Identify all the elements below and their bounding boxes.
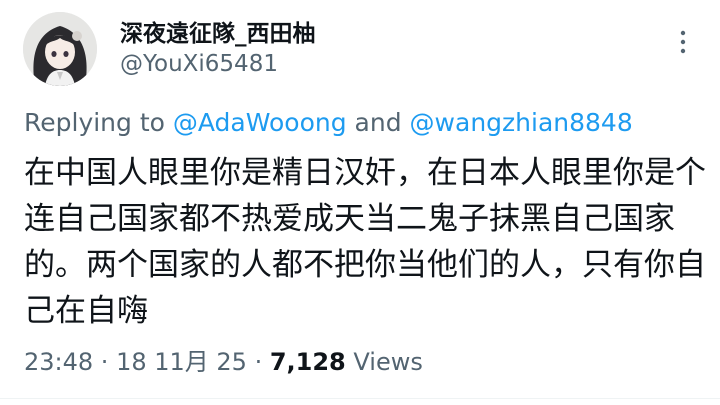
anime-avatar-icon	[23, 12, 97, 86]
tweet-meta: 23:48 · 18 11月 25 · 7,128 Views	[24, 342, 423, 377]
avatar[interactable]	[23, 12, 97, 86]
more-vertical-icon	[680, 30, 686, 54]
meta-separator: ·	[246, 348, 270, 376]
replying-to-joiner: and	[346, 108, 410, 137]
replying-to-line: Replying to @AdaWooong and @wangzhian884…	[24, 108, 633, 137]
more-options-button[interactable]	[676, 28, 690, 56]
tweet-date[interactable]: 18 11月 25	[116, 348, 247, 376]
views-count[interactable]: 7,128	[270, 348, 346, 376]
meta-separator: ·	[93, 348, 117, 376]
tweet-time[interactable]: 23:48	[24, 348, 93, 376]
divider	[0, 398, 720, 399]
views-label: Views	[345, 348, 423, 376]
author-display-name[interactable]: 深夜遠征隊_西田柚	[120, 14, 316, 48]
mention-link-adawooong[interactable]: @AdaWooong	[173, 108, 347, 137]
mention-link-wangzhian[interactable]: @wangzhian8848	[410, 108, 633, 137]
tweet-text: 在中国人眼里你是精日汉奸，在日本人眼里你是个连自己国家都不热爱成天当二鬼子抹黑自…	[24, 155, 706, 329]
tweet-card: 深夜遠征隊_西田柚 @YouXi65481 Replying to @AdaWo…	[0, 0, 720, 405]
replying-to-prefix: Replying to	[24, 108, 173, 137]
author-handle[interactable]: @YouXi65481	[120, 51, 278, 77]
